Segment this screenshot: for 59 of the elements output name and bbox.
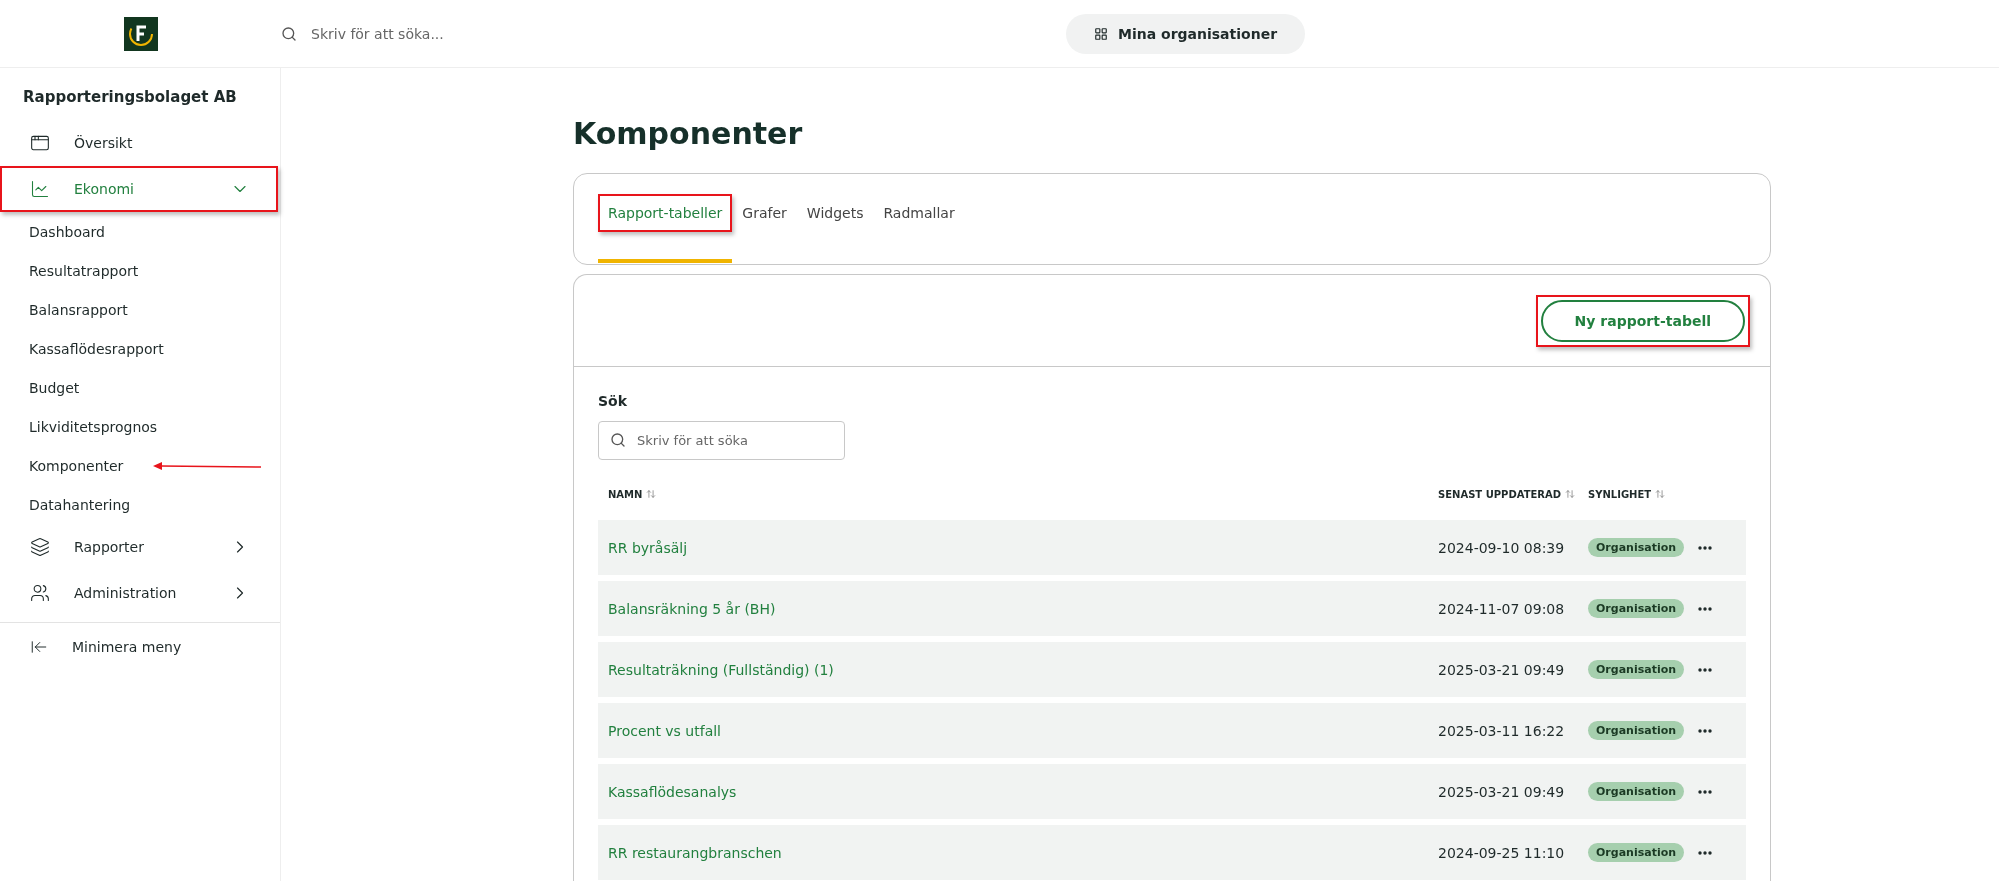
- layers-icon: [30, 537, 50, 557]
- logo-icon: [123, 16, 158, 51]
- organizations-button[interactable]: Mina organisationer: [1066, 13, 1306, 54]
- tab[interactable]: Rapport-tabeller: [603, 199, 728, 227]
- nav-subitem[interactable]: Komponenter: [29, 457, 124, 474]
- search-field[interactable]: Skriv för att söka: [598, 421, 845, 460]
- collapse-icon: [30, 638, 48, 656]
- minimize-menu-link[interactable]: Minimera meny: [72, 639, 182, 655]
- column-header[interactable]: SYNLIGHET: [1588, 488, 1652, 500]
- visibility-tag: Organisation: [1588, 599, 1685, 618]
- nav-subitem[interactable]: Dashboard: [29, 223, 105, 240]
- nav-item[interactable]: Administration: [2, 572, 276, 614]
- visibility-tag: Organisation: [1588, 538, 1685, 557]
- visibility-tag: Organisation: [1588, 843, 1685, 862]
- table-name-link[interactable]: Procent vs utfall: [608, 722, 1438, 739]
- nav-subitem[interactable]: Budget: [29, 379, 80, 396]
- search-icon: [281, 25, 297, 42]
- tab[interactable]: Widgets: [801, 199, 869, 227]
- users-icon: [30, 583, 50, 603]
- visibility-tag: Organisation: [1588, 660, 1685, 679]
- table-cell-text: 2025-03-21 09:49: [1438, 661, 1566, 678]
- table-cell-text: 2025-03-11 16:22: [1438, 722, 1566, 739]
- visibility-tag: Organisation: [1588, 782, 1685, 801]
- column-header[interactable]: NAMN: [608, 488, 643, 500]
- table-cell-text: 2024-09-25 11:10: [1438, 844, 1566, 861]
- ellipsis-icon: [1698, 667, 1712, 672]
- nav-subitem[interactable]: Likviditetsprognos: [29, 418, 158, 435]
- search-icon: [610, 432, 626, 448]
- new-report-table-button[interactable]: Ny rapport-tabell: [1540, 299, 1745, 342]
- grid-icon: [1094, 26, 1108, 41]
- table-name-link[interactable]: RR restaurangbranschen: [608, 844, 1438, 861]
- ellipsis-icon: [1698, 850, 1712, 855]
- page-title: Komponenter: [573, 116, 804, 151]
- ellipsis-icon: [1698, 728, 1712, 733]
- nav-subitem[interactable]: Balansrapport: [29, 301, 128, 318]
- search-label: Sök: [598, 393, 628, 409]
- nav-subitem[interactable]: Kassaflödesrapport: [29, 340, 164, 357]
- window-icon: [30, 133, 50, 153]
- ellipsis-icon: [1698, 545, 1712, 550]
- ellipsis-icon: [1698, 606, 1712, 611]
- table-cell-text: 2024-09-10 08:39: [1438, 539, 1566, 556]
- nav-subitem[interactable]: Resultatrapport: [29, 262, 139, 279]
- nav-item[interactable]: Översikt: [2, 122, 276, 164]
- tab[interactable]: Grafer: [737, 199, 792, 227]
- company-name: Rapporteringsbolaget AB: [22, 88, 238, 108]
- table-name-link[interactable]: Balansräkning 5 år (BH): [608, 600, 1438, 617]
- tab[interactable]: Radmallar: [878, 199, 960, 227]
- ellipsis-icon: [1698, 789, 1712, 794]
- table-name-link[interactable]: Resultaträkning (Fullständig) (1): [608, 661, 1438, 678]
- nav-item[interactable]: Rapporter: [2, 526, 276, 568]
- column-header[interactable]: SENAST UPPDATERAD: [1438, 488, 1562, 500]
- table-name-link[interactable]: RR byråsälj: [608, 539, 1438, 556]
- nav-item[interactable]: Ekonomi: [2, 168, 276, 210]
- table-cell-text: 2024-11-07 09:08: [1438, 600, 1566, 617]
- table-name-link[interactable]: Kassaflödesanalys: [608, 783, 1438, 800]
- table-cell-text: 2025-03-21 09:49: [1438, 783, 1566, 800]
- visibility-tag: Organisation: [1588, 721, 1685, 740]
- line-chart-icon: [30, 179, 50, 199]
- nav-subitem[interactable]: Datahantering: [29, 496, 131, 513]
